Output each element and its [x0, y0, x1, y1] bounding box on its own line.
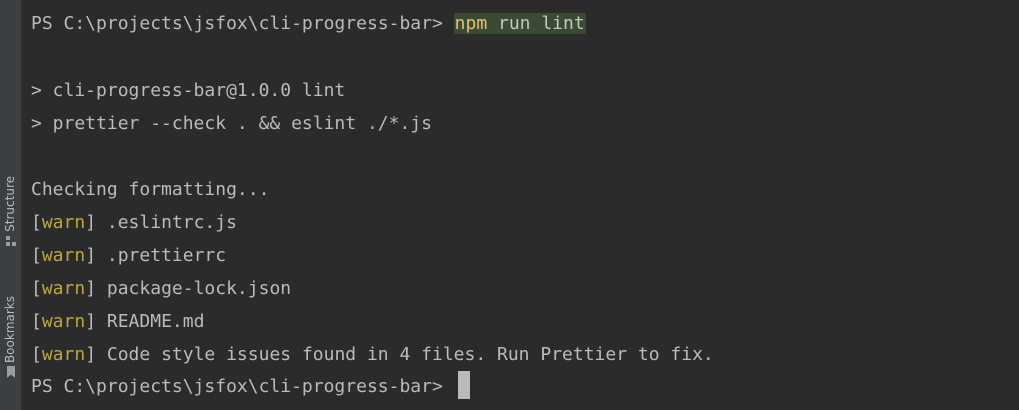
script-line-1: > cli-progress-bar@1.0.0 lint [31, 80, 346, 101]
warn-text: Code style issues found in 4 files. Run … [96, 344, 714, 365]
warn-text: package-lock.json [96, 278, 292, 299]
warn-tag: warn [41, 212, 86, 233]
warn-close-bracket: ] [85, 311, 97, 332]
warn-line: [warn] .prettierrc [31, 239, 226, 272]
command-args: run lint [487, 13, 585, 34]
warn-close-bracket: ] [85, 245, 97, 266]
prompt-line-1: PS C:\projects\jsfox\cli-progress-bar> n… [31, 7, 586, 40]
bookmarks-tab[interactable]: Bookmarks [0, 296, 21, 381]
warn-line: [warn] package-lock.json [31, 272, 291, 305]
terminal-output[interactable]: PS C:\projects\jsfox\cli-progress-bar> n… [31, 0, 1019, 410]
warn-line: [warn] .eslintrc.js [31, 206, 237, 239]
terminal-window: Structure Bookmarks PS C:\projects\jsfox… [0, 0, 1019, 410]
checking-line: Checking formatting... [31, 179, 270, 200]
command-highlight: npm run lint [453, 13, 586, 34]
warn-tag: warn [41, 311, 86, 332]
warn-close-bracket: ] [85, 278, 97, 299]
warn-text: .eslintrc.js [96, 212, 237, 233]
left-tool-strip: Structure Bookmarks [0, 0, 22, 410]
structure-icon [0, 232, 21, 250]
structure-tab-label: Structure [3, 176, 17, 232]
warn-open-bracket: [ [31, 344, 42, 365]
command-keyword: npm [454, 13, 488, 34]
warn-text: .prettierrc [96, 245, 227, 266]
script-line-2: > prettier --check . && eslint ./*.js [31, 113, 432, 134]
prompt-text: PS C:\projects\jsfox\cli-progress-bar> [31, 13, 454, 34]
prompt-text: PS C:\projects\jsfox\cli-progress-bar> [31, 376, 454, 397]
warn-open-bracket: [ [31, 212, 42, 233]
text-cursor[interactable] [457, 371, 470, 399]
bookmark-icon [0, 363, 21, 381]
structure-tab[interactable]: Structure [0, 176, 21, 250]
warn-text: README.md [96, 311, 205, 332]
warn-tag: warn [41, 245, 86, 266]
bookmarks-tab-label: Bookmarks [3, 296, 17, 364]
warn-tag: warn [41, 344, 86, 365]
warn-close-bracket: ] [85, 344, 97, 365]
warn-open-bracket: [ [31, 245, 42, 266]
warn-open-bracket: [ [31, 278, 42, 299]
warn-tag: warn [41, 278, 86, 299]
warn-open-bracket: [ [31, 311, 42, 332]
warn-line: [warn] README.md [31, 305, 204, 338]
warn-close-bracket: ] [85, 212, 97, 233]
warn-line: [warn] Code style issues found in 4 file… [31, 338, 714, 371]
prompt-line-2: PS C:\projects\jsfox\cli-progress-bar> [31, 370, 470, 403]
